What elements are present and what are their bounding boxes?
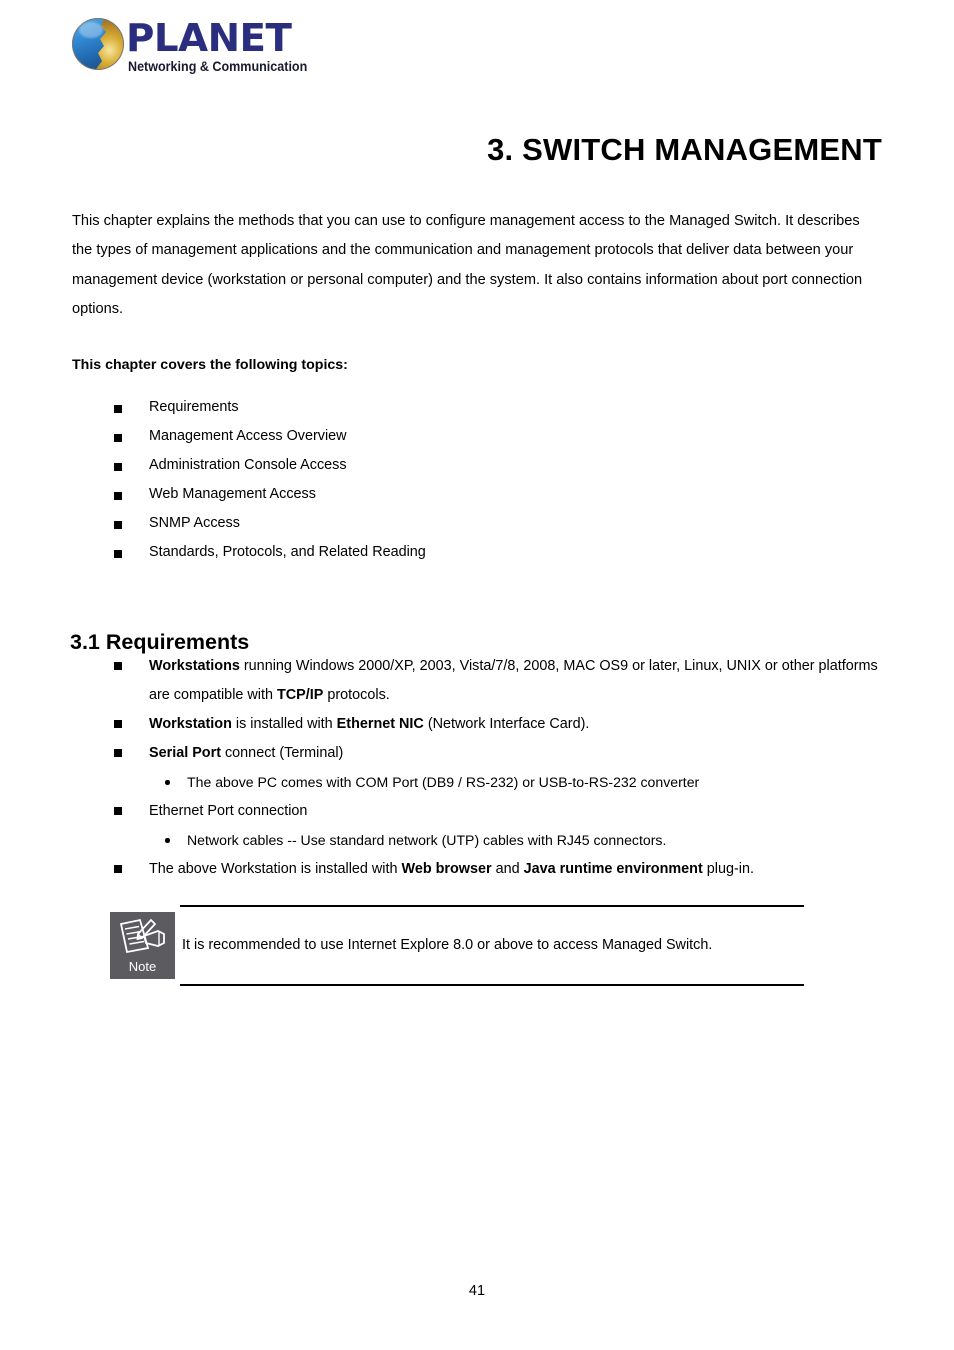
square-bullet-icon <box>114 434 122 442</box>
square-bullet-icon <box>114 463 122 471</box>
logo-tagline: Networking & Communication <box>128 59 308 74</box>
note-callout: Note It is recommended to use Internet E… <box>110 903 804 988</box>
topic-label: SNMP Access <box>149 515 240 531</box>
requirement-text: Network cables -- Use standard network (… <box>187 832 667 848</box>
square-bullet-icon <box>114 749 122 757</box>
note-icon-label: Note <box>128 959 157 974</box>
page-title: 3. SWITCH MANAGEMENT <box>487 131 882 167</box>
page-number: 41 <box>468 1283 486 1299</box>
square-bullet-icon <box>114 720 122 728</box>
topics-heading: This chapter covers the following topics… <box>72 357 348 373</box>
requirement-text: Ethernet Port connection <box>149 803 308 819</box>
note-bottom-rule <box>180 984 804 986</box>
list-item: Requirements <box>72 396 880 425</box>
planet-globe-icon <box>72 18 124 70</box>
list-item: Workstations running Windows 2000/XP, 20… <box>72 652 884 710</box>
requirement-text: Workstations running Windows 2000/XP, 20… <box>149 658 878 703</box>
intro-paragraph: This chapter explains the methods that y… <box>72 212 863 318</box>
requirement-text: The above Workstation is installed with … <box>149 861 754 877</box>
requirement-text: The above PC comes with COM Port (DB9 / … <box>187 774 700 790</box>
logo-wordmark: PLANET <box>126 16 292 60</box>
square-bullet-icon <box>114 521 122 529</box>
note-icon-badge: Note <box>110 912 175 979</box>
dot-bullet-icon <box>165 838 170 843</box>
note-top-rule <box>180 905 804 907</box>
list-item: Standards, Protocols, and Related Readin… <box>72 541 880 570</box>
list-item: Serial Port connect (Terminal) <box>72 739 884 768</box>
square-bullet-icon <box>114 492 122 500</box>
square-bullet-icon <box>114 807 122 815</box>
requirements-list: Workstations running Windows 2000/XP, 20… <box>72 652 884 884</box>
list-item: Ethernet Port connection <box>72 797 884 826</box>
planet-logo: PLANET Networking & Communication <box>72 16 352 82</box>
list-item: The above Workstation is installed with … <box>72 855 884 884</box>
square-bullet-icon <box>114 662 122 670</box>
list-item: SNMP Access <box>72 512 880 541</box>
topic-label: Web Management Access <box>149 486 316 502</box>
list-item: Network cables -- Use standard network (… <box>72 826 884 855</box>
list-item: Administration Console Access <box>72 454 880 483</box>
list-item: Workstation is installed with Ethernet N… <box>72 710 884 739</box>
list-item: The above PC comes with COM Port (DB9 / … <box>72 768 884 797</box>
list-item: Web Management Access <box>72 483 880 512</box>
requirement-text: Workstation is installed with Ethernet N… <box>149 716 590 732</box>
square-bullet-icon <box>114 865 122 873</box>
requirement-text: Serial Port connect (Terminal) <box>149 745 344 761</box>
topic-label: Administration Console Access <box>149 457 347 473</box>
square-bullet-icon <box>114 550 122 558</box>
topic-label: Standards, Protocols, and Related Readin… <box>149 544 426 560</box>
topic-label: Management Access Overview <box>149 428 347 444</box>
note-writing-hand-icon <box>119 918 165 954</box>
square-bullet-icon <box>114 405 122 413</box>
note-text: It is recommended to use Internet Explor… <box>182 937 713 953</box>
topics-list: Requirements Management Access Overview … <box>72 396 880 570</box>
topic-label: Requirements <box>149 399 239 415</box>
dot-bullet-icon <box>165 780 170 785</box>
list-item: Management Access Overview <box>72 425 880 454</box>
